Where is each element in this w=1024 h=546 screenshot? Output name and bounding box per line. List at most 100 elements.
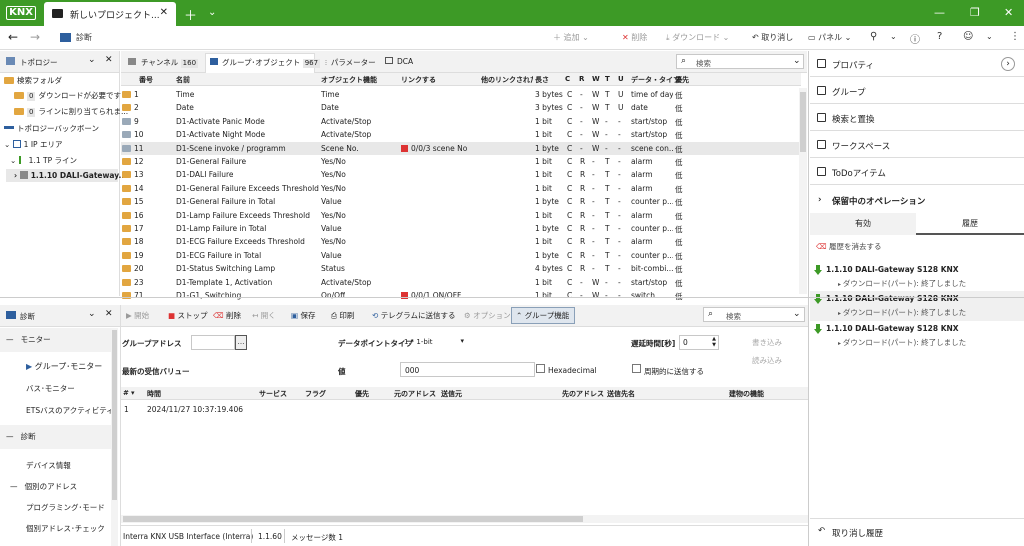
write-button[interactable]: 書き込み [731,335,803,350]
col-link[interactable]: リンクする [401,75,436,85]
table-row[interactable]: 19 D1-ECG Failure in Total Value 1 byte C R - T… [121,249,801,262]
tree-item-dali-gateway[interactable]: › 1.1.10 DALI-Gateway... [6,169,127,182]
mcol-source[interactable]: 送信元 [441,389,462,399]
table-row[interactable]: 23 D1-Template 1, Activation Activate/Stop… [121,276,801,289]
project-tab[interactable]: 新しいプロジェクト... ✕ [44,2,176,26]
undo-button[interactable]: ↶ 取り消し [752,32,793,43]
panel-workspace[interactable]: ワークスペース [810,132,1024,158]
diag-section-header[interactable]: — 診断 [0,425,118,449]
minimize-icon[interactable]: — [934,6,945,19]
network-dropdown-icon[interactable]: ⌄ [890,32,897,41]
start-button[interactable]: ▶ 開始 [126,310,149,321]
clear-history-button[interactable]: ⌫ 履歴を消去する [816,241,882,252]
tree-item-backbone[interactable]: トポロジーバックボーン [4,122,99,135]
history-item[interactable]: 1.1.10 DALI-Gateway S128 KNX ダウンロード(パート):… [810,291,1024,321]
print-button[interactable]: ⎙ 印刷 [331,310,354,321]
new-tab-icon[interactable]: ＋ [184,5,197,24]
col-length[interactable]: 長さ [535,75,549,85]
col-c[interactable]: C [565,75,570,83]
mcol-index[interactable]: # [123,389,129,397]
panel-button[interactable]: ▭ パネル ⌄ [808,32,851,43]
diagnostics-button[interactable]: 診断 [76,32,92,43]
read-button[interactable]: 読み込み [731,353,803,368]
tree-item-unassigned[interactable]: 0 ラインに割り当てられま... [14,105,128,118]
col-u[interactable]: U [618,75,624,83]
grid-scroll-thumb[interactable] [800,92,806,152]
monitor-hscroll-thumb[interactable] [123,516,583,522]
table-row[interactable]: 12 D1-General Failure Yes/No 1 bit C R - T - alar… [121,155,801,168]
monitor-search-input[interactable]: 検索 [726,311,741,322]
stop-button[interactable]: ■ ストップ [168,310,207,321]
tab-dca[interactable]: DCA [385,57,413,66]
search-input[interactable]: 検索 [696,58,711,69]
more-menu-icon[interactable]: ⋮ [1010,31,1020,42]
subtab-active[interactable]: 有効 [810,213,916,235]
table-row[interactable]: 18 D1-ECG Failure Exceeds Threshold Yes/No… [121,235,801,248]
col-other-links[interactable]: 他のリンクされた [481,75,533,85]
table-row[interactable]: 15 D1-General Failure in Total Value 1 byte… [121,195,801,208]
options-button[interactable]: ⚙ オプション [464,310,511,321]
hex-checkbox[interactable] [536,364,545,373]
diag-item-device-info[interactable]: デバイス情報 [0,460,118,471]
table-row[interactable]: 20 D1-Status Switching Lamp Status 4 bytes C… [121,262,801,275]
col-t[interactable]: T [605,75,610,83]
history-item[interactable]: 1.1.10 DALI-Gateway S128 KNX ダウンロード(パート):… [810,262,1024,292]
table-row[interactable]: 1 Time Time 3 bytes C - W T Utime of day 低 [121,88,801,101]
tree-item-download-needed[interactable]: 0 ダウンロードが必要です [14,89,121,102]
mcol-time[interactable]: 時間 [147,389,161,399]
user-dropdown-icon[interactable]: ⌄ [986,32,993,41]
tree-item-tp-line[interactable]: ⌄ 1.1 TP ライン [10,154,77,167]
table-row[interactable]: 2 Date Date 3 bytes C - W T Udate 低 [121,101,801,114]
table-row[interactable]: 10 D1-Activate Night Mode Activate/Stop 1 b… [121,128,801,141]
diag-item-programming-mode[interactable]: プログラミング･モード [0,502,118,513]
col-datatype[interactable]: データ・タイプ [631,75,680,85]
status-interface[interactable]: Interra KNX USB Interface (Interra) [123,532,253,541]
diag-scroll-thumb[interactable] [112,330,117,500]
panel-todo[interactable]: ToDoアイテム [810,159,1024,185]
diag-item-ets-activity[interactable]: ETSバスのアクティビティ [0,405,118,416]
table-row[interactable]: 11 D1-Scene invoke / programm Scene No. 0/0… [121,141,801,155]
dpt-select[interactable]: 1.* 1-bit ▾ [402,336,466,350]
diag-close-icon[interactable]: ✕ [105,309,113,319]
panel-search-replace[interactable]: 検索と置換 [810,105,1024,131]
network-icon[interactable]: ⚲ [870,31,877,42]
panel-pending-operations[interactable]: › 保留中のオペレーション [810,187,1024,213]
tree-item-ip-area[interactable]: ⌄ 1 IP エリア [4,138,62,151]
col-function[interactable]: オブジェクト機能 [321,75,377,85]
col-priority[interactable]: 優先 [675,75,689,85]
col-name[interactable]: 名前 [176,75,190,85]
back-arrow-icon[interactable]: ← [8,30,18,44]
download-button[interactable]: ⤓ ダウンロード ⌄ [666,32,729,43]
maximize-icon[interactable]: ❐ [970,6,980,19]
topology-dropdown-icon[interactable]: ⌄ [88,55,96,65]
subtab-history[interactable]: 履歴 [916,213,1024,235]
table-row[interactable]: 17 D1-Lamp Failure in Total Value 1 byte C R -… [121,222,801,235]
search-dropdown-icon[interactable]: ⌄ [793,56,801,66]
clear-button[interactable]: ⌫ 削除 [213,310,241,321]
add-button[interactable]: ＋ 追加 ⌄ [553,32,589,43]
col-number[interactable]: 番号 [139,75,153,85]
save-button[interactable]: ▣ 保存 [291,310,315,321]
mcol-service[interactable]: サービス [259,389,287,399]
periodic-checkbox[interactable] [632,364,641,373]
group-address-input[interactable] [191,335,235,350]
open-button[interactable]: ↤ 開く [252,310,276,321]
mcol-dest-name[interactable]: 送信先名 [607,389,635,399]
table-row[interactable]: 71 D1-G1, Switching On/Off 0/0/1 ON/OFF 1 bi… [121,289,801,302]
close-window-icon[interactable]: ✕ [1004,6,1013,19]
diag-item-individual-address[interactable]: — 個別のアドレス [0,481,118,492]
diag-item-group-monitor[interactable]: ▶ グループ･モニター [0,361,118,372]
panel-properties[interactable]: プロパティ [810,51,1024,77]
delete-button[interactable]: ✕ 削除 [622,32,647,43]
monitor-row[interactable]: 1 2024/11/27 10:37:19.406 [121,403,801,416]
diag-item-address-check[interactable]: 個別アドレス･チェック [0,523,118,534]
table-row[interactable]: 16 D1-Lamp Failure Exceeds Threshold Yes/N… [121,209,801,222]
group-function-content[interactable]: ⌃ グループ機能 [516,310,569,321]
mcol-building-function[interactable]: 建物の機能 [729,389,764,399]
collapse-icon[interactable]: ⌄ [10,156,19,165]
panel-expand-icon[interactable]: › [1001,57,1015,71]
group-address-picker-button[interactable]: … [235,335,247,350]
info-icon[interactable]: ⓘ [910,31,920,46]
mcol-source-address[interactable]: 元のアドレス [394,389,436,399]
table-row[interactable]: 14 D1-General Failure Exceeds Threshold Ye… [121,182,801,195]
